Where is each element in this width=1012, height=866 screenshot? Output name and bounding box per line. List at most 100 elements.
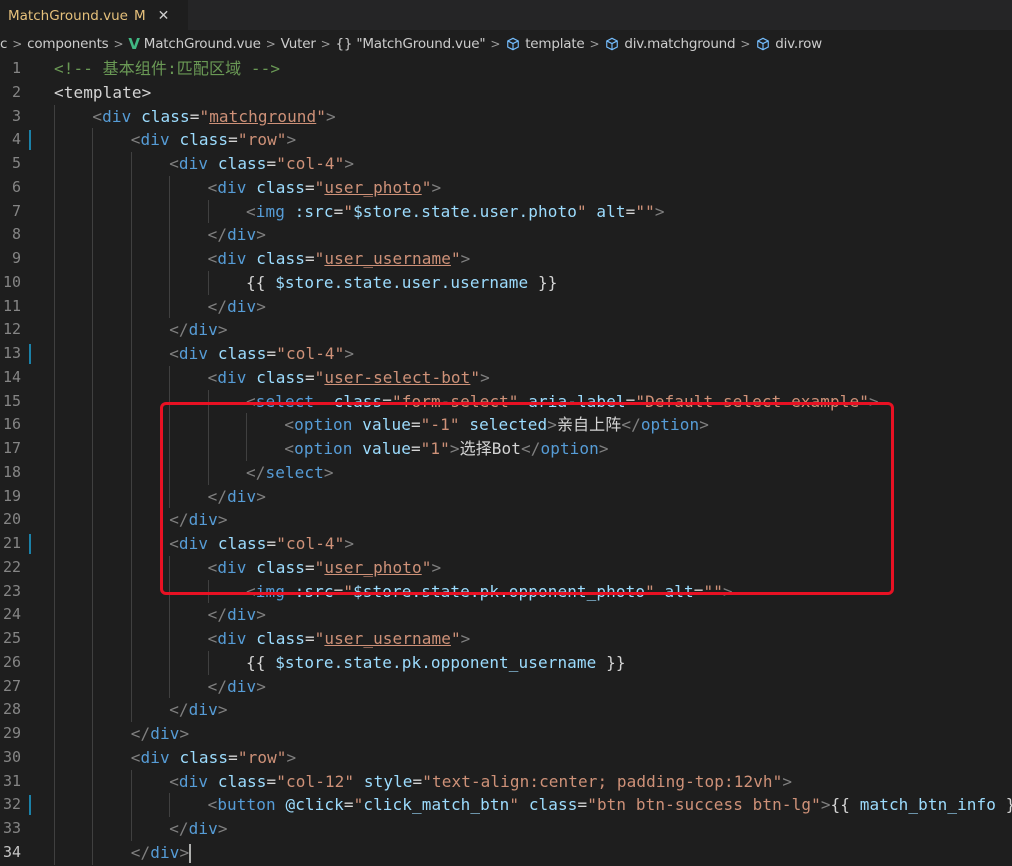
indent-guide bbox=[54, 508, 55, 532]
code-line[interactable]: 32 <button @click="click_match_btn" class… bbox=[0, 793, 1012, 817]
code-token: div bbox=[217, 249, 247, 268]
code-line[interactable]: 1 <!-- 基本组件:匹配区域 --> bbox=[0, 57, 1012, 81]
code-token: = bbox=[304, 367, 315, 387]
code-line[interactable]: 28 </div> bbox=[0, 698, 1012, 722]
code-token: = bbox=[228, 130, 238, 150]
code-token: }} bbox=[528, 272, 558, 292]
code-line[interactable]: 4 <div class="row"> bbox=[0, 128, 1012, 152]
line-number: 18 bbox=[2, 462, 21, 481]
indent-guide bbox=[54, 247, 55, 271]
breadcrumb-item[interactable]: {} "MatchGround.vue" bbox=[336, 36, 486, 52]
breadcrumb-item[interactable]: div.row bbox=[755, 36, 822, 52]
code-editor[interactable]: 1 <!-- 基本组件:匹配区域 --> 2 <template> 3 <div clas… bbox=[0, 57, 1012, 866]
indent-guide bbox=[92, 674, 94, 699]
code-token: " bbox=[343, 201, 354, 221]
breadcrumb: c > components > V MatchGround.vue > Vuter > {} "M… bbox=[0, 32, 1012, 56]
code-line[interactable]: 11 </div> bbox=[0, 294, 1012, 319]
code-line[interactable]: 14 <div class="user-select-bot"> bbox=[0, 365, 1012, 390]
breadcrumb-item[interactable]: Vuter bbox=[281, 36, 316, 52]
code-line[interactable]: 12 </div> bbox=[0, 318, 1012, 342]
code-token: class bbox=[528, 795, 578, 815]
code-text: <div class="col-12" style="text-align:ce… bbox=[169, 770, 792, 794]
code-token: = bbox=[625, 201, 636, 221]
breadcrumb-item[interactable]: c bbox=[0, 36, 7, 52]
code-text: </div> bbox=[131, 841, 192, 865]
code-line[interactable]: 10 {{ $store.state.user.username }} bbox=[0, 270, 1012, 295]
indent-guide bbox=[92, 318, 94, 342]
indent-guide bbox=[54, 532, 55, 556]
indent-guide bbox=[92, 413, 94, 437]
code-text: <div class="col-4"> bbox=[169, 342, 354, 366]
code-token: > bbox=[286, 747, 297, 767]
code-token: " bbox=[314, 177, 325, 197]
breadcrumb-label: components bbox=[27, 36, 109, 52]
code-token: class bbox=[179, 747, 229, 767]
cube-icon bbox=[755, 37, 775, 51]
line-number: 26 bbox=[2, 652, 21, 671]
code-line[interactable]: 34 </div> bbox=[0, 840, 1012, 865]
indent-guide bbox=[169, 175, 171, 200]
code-text: <div class="user_username"> bbox=[208, 627, 471, 651]
code-line[interactable]: 8 </div> bbox=[0, 223, 1012, 247]
code-line[interactable]: 25 <div class="user_username"> bbox=[0, 627, 1012, 651]
code-token: div bbox=[188, 819, 218, 838]
code-line[interactable]: 24 </div> bbox=[0, 603, 1012, 627]
breadcrumb-item[interactable]: components bbox=[27, 36, 109, 52]
indent-guide bbox=[130, 555, 132, 580]
indent-guide bbox=[54, 104, 55, 129]
code-line[interactable]: 2 <template> bbox=[0, 81, 1012, 105]
code-token: < bbox=[207, 629, 218, 648]
code-line[interactable]: 30 <div class="row"> bbox=[0, 745, 1012, 770]
breadcrumb-item[interactable]: template bbox=[505, 36, 585, 52]
code-line[interactable]: 33 </div> bbox=[0, 817, 1012, 841]
modified-indicator: M bbox=[134, 8, 146, 24]
line-number: 34 bbox=[2, 842, 21, 861]
indent-guide bbox=[169, 294, 171, 319]
indent-guide bbox=[92, 555, 94, 580]
line-number: 22 bbox=[2, 557, 21, 576]
line-number: 15 bbox=[2, 391, 21, 410]
line-number: 10 bbox=[2, 272, 21, 291]
indent-guide bbox=[54, 365, 55, 390]
indent-guide bbox=[54, 603, 55, 627]
code-token: <!-- 基本组件:匹配区域 --> bbox=[54, 59, 281, 78]
code-text: </div> bbox=[208, 675, 266, 699]
code-token: " bbox=[470, 367, 481, 387]
code-token: div bbox=[188, 700, 218, 720]
code-token: alt bbox=[596, 201, 626, 221]
code-line[interactable]: 31 <div class="col-12" style="text-align:… bbox=[0, 769, 1012, 794]
code-line[interactable]: 13 <div class="col-4"> bbox=[0, 342, 1012, 366]
code-token: class bbox=[179, 130, 229, 150]
file-tab[interactable]: MatchGround.vue M ✕ bbox=[0, 0, 188, 31]
code-token: > bbox=[654, 201, 665, 221]
indent-guide bbox=[130, 793, 132, 817]
code-token: class bbox=[141, 106, 190, 126]
code-token: :src bbox=[294, 201, 334, 221]
code-token: > bbox=[820, 795, 831, 815]
code-line[interactable]: 3 <div class="matchground"> bbox=[0, 104, 1012, 129]
code-line[interactable]: 29 </div> bbox=[0, 722, 1012, 746]
code-line[interactable]: 5 <div class="col-4"> bbox=[0, 152, 1012, 176]
indent-guide bbox=[54, 318, 55, 342]
code-text: </div> bbox=[169, 318, 227, 342]
code-token: {{ bbox=[246, 652, 276, 672]
code-line[interactable]: 27 </div> bbox=[0, 674, 1012, 699]
code-line[interactable]: 26 {{ $store.state.pk.opponent_username }… bbox=[0, 650, 1012, 675]
indent-guide bbox=[130, 389, 132, 414]
code-text: </div> bbox=[208, 603, 266, 627]
breadcrumb-label: c bbox=[0, 36, 8, 52]
code-token: > bbox=[256, 676, 266, 696]
braces-icon: {} bbox=[335, 36, 353, 52]
code-line[interactable]: 9 <div class="user_username"> bbox=[0, 247, 1012, 271]
code-token: </ bbox=[169, 700, 189, 720]
close-icon[interactable]: ✕ bbox=[158, 8, 170, 24]
code-token: > bbox=[179, 724, 190, 743]
indent-guide bbox=[130, 817, 132, 841]
breadcrumb-item[interactable]: div.matchground bbox=[604, 36, 736, 52]
breadcrumb-item[interactable]: V MatchGround.vue bbox=[128, 35, 261, 53]
code-line[interactable]: 6 <div class="user_photo"> bbox=[0, 175, 1012, 200]
code-line[interactable]: 7 <img :src="$store.state.user.photo" alt… bbox=[0, 199, 1012, 224]
code-token: = bbox=[577, 795, 588, 815]
